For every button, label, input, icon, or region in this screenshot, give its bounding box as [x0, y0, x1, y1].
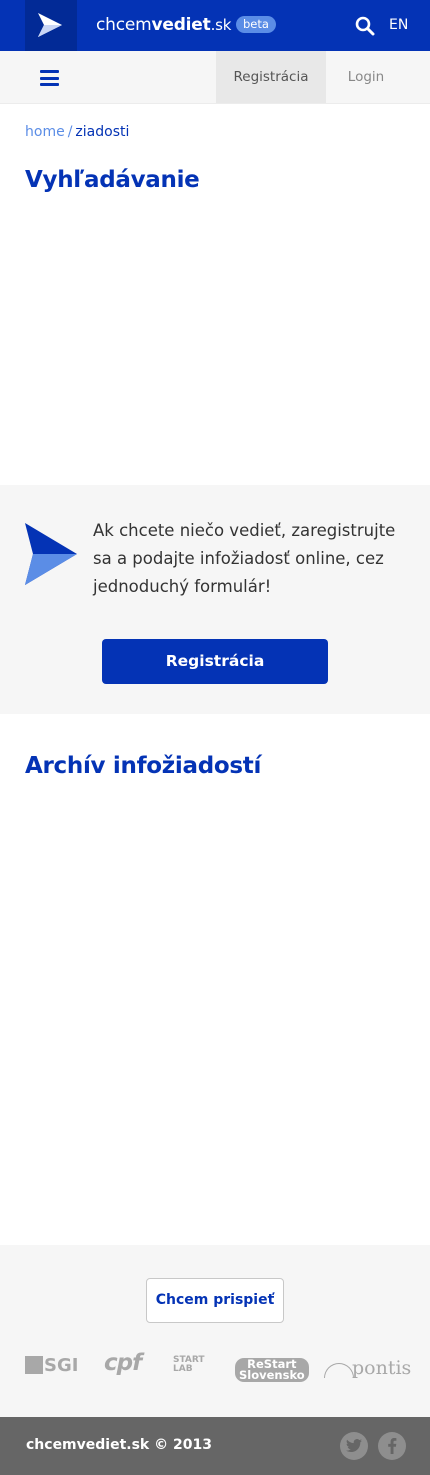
cta-text: Ak chcete niečo vedieť, zaregistrujte sa…: [93, 521, 396, 596]
partner-logo-restart[interactable]: ReStart Slovensko: [235, 1358, 309, 1382]
archive-section-title: Archív infožiadostí: [25, 753, 262, 779]
breadcrumb: home / ziadosti: [25, 124, 129, 140]
language-switch[interactable]: EN: [389, 17, 408, 33]
twitter-icon[interactable]: [340, 1432, 368, 1460]
brand-tld: .sk: [210, 16, 232, 34]
partner-logo-startlab[interactable]: START LAB: [173, 1356, 205, 1374]
brand-name[interactable]: chcemvediet.sk: [96, 15, 231, 35]
nav-register-link[interactable]: Registrácia: [216, 51, 326, 103]
brand-bold: vediet: [151, 15, 211, 35]
paper-plane-icon: [38, 13, 62, 37]
search-icon: [355, 16, 375, 36]
partner-logo-sgi[interactable]: SGI: [25, 1355, 78, 1376]
nav-bar: Registrácia Login: [0, 51, 430, 104]
register-button[interactable]: Registrácia: [102, 639, 328, 684]
nav-login-link[interactable]: Login: [326, 51, 406, 103]
search-section-title: Vyhľadávanie: [25, 167, 200, 193]
brand-light: chcem: [96, 15, 152, 35]
hamburger-menu-icon[interactable]: [40, 70, 59, 86]
pontis-text: pontis: [352, 1357, 412, 1379]
partner-logo-pontis[interactable]: pontis: [324, 1357, 411, 1379]
facebook-icon[interactable]: [378, 1432, 406, 1460]
logo[interactable]: [25, 0, 77, 51]
paper-plane-icon: [25, 523, 77, 585]
restart-line2: Slovensko: [239, 1368, 305, 1382]
top-header: chcemvediet.sk beta EN: [0, 0, 430, 51]
registration-cta: Ak chcete niečo vedieť, zaregistrujte sa…: [0, 485, 430, 714]
search-button[interactable]: [355, 16, 375, 36]
bottom-bar: chcemvediet.sk © 2013: [0, 1417, 430, 1475]
partner-logo-cpf[interactable]: cpf: [104, 1350, 142, 1376]
breadcrumb-current: ziadosti: [75, 124, 130, 140]
partner-sgi-text: SGI: [44, 1355, 79, 1376]
startlab-line2: LAB: [173, 1364, 193, 1374]
beta-badge: beta: [236, 16, 276, 33]
support-button[interactable]: Chcem prispieť: [146, 1278, 284, 1323]
breadcrumb-home[interactable]: home: [25, 124, 65, 140]
breadcrumb-separator: /: [67, 124, 73, 140]
copyright: chcemvediet.sk © 2013: [26, 1437, 212, 1453]
footer: Chcem prispieť SGI cpf START LAB ReStart…: [0, 1245, 430, 1417]
